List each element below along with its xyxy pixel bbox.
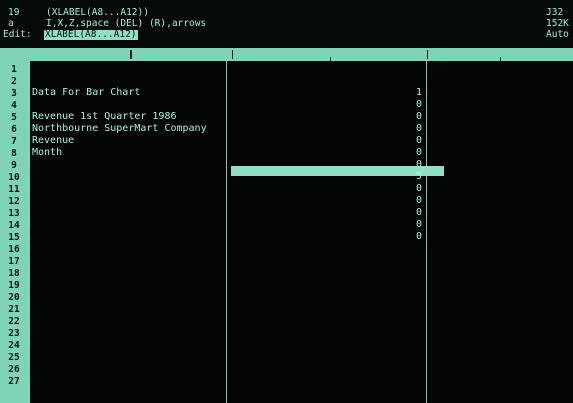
value-cell[interactable]: 0 [410, 208, 422, 218]
row-number: 11 [8, 184, 20, 195]
value-cell[interactable]: 0 [410, 184, 422, 194]
column-divider [426, 61, 427, 403]
row-number: 6 [11, 124, 17, 135]
row-number: 8 [11, 148, 17, 159]
row-number: 14 [8, 220, 20, 231]
status-right-1: J32 [546, 7, 564, 18]
column-divider [226, 61, 227, 403]
row-number: 23 [8, 328, 20, 339]
value-cell[interactable]: 0 [410, 160, 422, 170]
column-ruler [0, 48, 573, 61]
value-cell[interactable]: 0 [410, 136, 422, 146]
row-number: 2 [11, 76, 17, 87]
row-number: 9 [11, 160, 17, 171]
value-cell[interactable]: 0 [410, 124, 422, 134]
spreadsheet-grid[interactable]: Data For Bar Chart Revenue 1st Quarter 1… [30, 61, 573, 403]
value-cell[interactable]: 0 [410, 112, 422, 122]
mode-indicator: a [8, 18, 14, 29]
row-number: 5 [11, 112, 17, 123]
cell-a5[interactable]: Revenue 1st Quarter 1986 [32, 112, 177, 122]
row-number: 12 [8, 196, 20, 207]
row-number: 13 [8, 208, 20, 219]
ruler-cursor-mark [130, 50, 132, 59]
row-number: 20 [8, 292, 20, 303]
cell-contents-line: (XLABEL(A8...A12)) [46, 7, 149, 18]
edit-mode-label: Edit: [3, 29, 32, 40]
row-number: 16 [8, 244, 20, 255]
status-right-3: Auto [546, 29, 569, 40]
cell-a7[interactable]: Revenue [32, 136, 74, 146]
value-cell[interactable]: 0 [410, 196, 422, 206]
row-number: 19 [8, 280, 20, 291]
row-number-column: 1 2 3 4 5 6 7 8 9 10 11 12 13 14 15 16 17 18 19 20 21 22 23 24 2… [0, 61, 30, 403]
row-number: 7 [11, 136, 17, 147]
cell-a6[interactable]: Northbourne SuperMart Company [32, 124, 207, 134]
row-number: 27 [8, 376, 20, 387]
cell-a3[interactable]: Data For Bar Chart [32, 88, 140, 98]
value-cell[interactable]: 1 [410, 88, 422, 98]
value-cell[interactable]: 0 [410, 100, 422, 110]
value-cell[interactable]: 5 [410, 172, 422, 182]
row-number: 15 [8, 232, 20, 243]
row-number: 25 [8, 352, 20, 363]
value-cell[interactable]: 0 [410, 232, 422, 242]
edit-input-line[interactable]: XLABEL(A8...A12) [44, 30, 138, 40]
row-number: 24 [8, 340, 20, 351]
row-number: 21 [8, 304, 20, 315]
help-keys-line: I,X,Z,space (DEL) (R),arrows [46, 18, 207, 29]
row-number: 3 [11, 88, 17, 99]
cell-address: 19 [8, 7, 20, 18]
status-right-2: 152K [546, 18, 569, 29]
row-number: 22 [8, 316, 20, 327]
ruler-column-divider [427, 50, 428, 59]
row-number: 18 [8, 268, 20, 279]
value-cell[interactable]: 0 [410, 220, 422, 230]
value-cell[interactable]: 0 [410, 148, 422, 158]
row-number: 26 [8, 364, 20, 375]
row-number: 4 [11, 100, 17, 111]
ruler-column-divider [232, 50, 233, 59]
row-number: 10 [8, 172, 20, 183]
row-number: 1 [11, 64, 17, 75]
edit-status-panel: 19 a Edit: (XLABEL(A8...A12)) I,X,Z,spac… [0, 0, 573, 48]
row-number: 17 [8, 256, 20, 267]
cell-a8[interactable]: Month [32, 148, 62, 158]
